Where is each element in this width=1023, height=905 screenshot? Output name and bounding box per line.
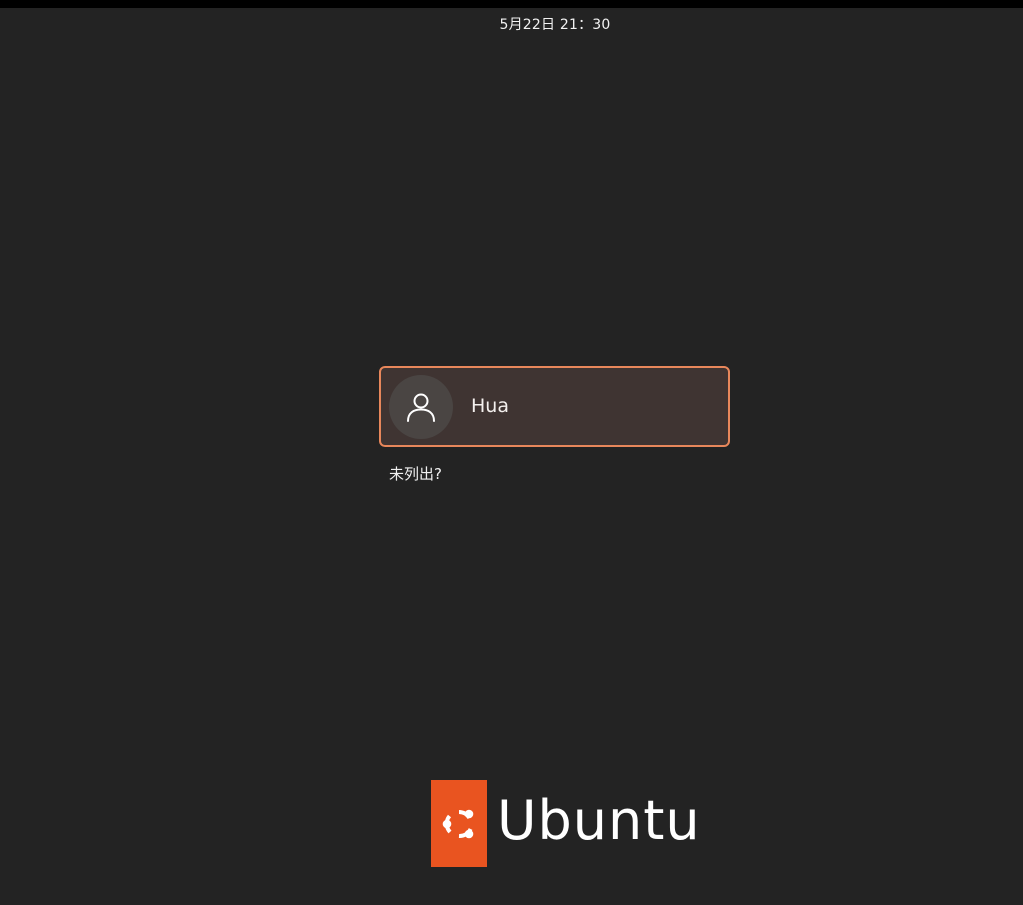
not-listed-link[interactable]: 未列出? xyxy=(389,463,442,484)
user-icon xyxy=(407,393,435,422)
clock-datetime[interactable]: 5月22日 21：30 xyxy=(0,14,1023,34)
ubuntu-wordmark: Ubuntu xyxy=(497,788,701,852)
top-panel-strip xyxy=(0,0,1023,8)
logo-badge xyxy=(431,780,487,867)
ubuntu-logo: Ubuntu xyxy=(431,780,701,867)
user-name: Hua xyxy=(471,395,509,417)
avatar xyxy=(389,375,453,439)
user-list-item[interactable]: Hua xyxy=(379,366,730,447)
ubuntu-circle-of-friends-icon xyxy=(442,809,474,838)
